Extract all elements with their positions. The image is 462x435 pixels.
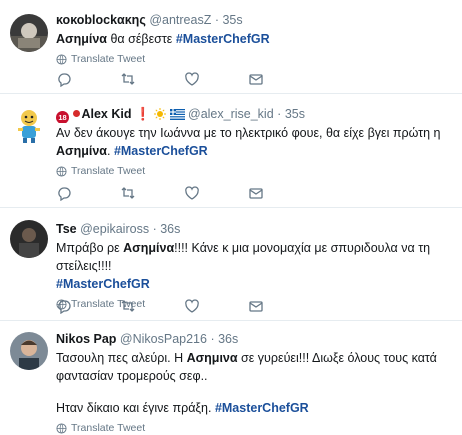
highlighted-keyword: Ασημίνα	[56, 144, 107, 158]
retweet-button[interactable]	[120, 184, 184, 202]
tweet-text-body: Μπράβο ρε	[56, 241, 124, 255]
reply-icon	[58, 73, 71, 87]
tweet[interactable]: 18 Alex Kid ❗ @alex_rise_kid · 35s Αν δε…	[0, 94, 462, 208]
translate-tweet-link[interactable]: Translate Tweet	[56, 52, 456, 66]
tweet-text-body: Αν δεν άκουγε την Ιωάννα με το ηλεκτρικό…	[56, 126, 441, 140]
translate-tweet-link[interactable]: Translate Tweet	[56, 164, 456, 178]
display-name[interactable]: Tse	[56, 222, 77, 236]
globe-icon	[56, 53, 67, 65]
reply-button[interactable]	[56, 184, 120, 202]
tweet-header: 18 Alex Kid ❗ @alex_rise_kid · 35s	[56, 105, 456, 123]
separator: ·	[277, 107, 282, 121]
user-handle[interactable]: @alex_rise_kid	[188, 107, 274, 121]
translate-label: Translate Tweet	[71, 53, 146, 65]
tweet-text-body: Ηταν δίκαιο και έγινε πράξη.	[56, 401, 215, 415]
retweet-icon	[121, 73, 135, 85]
envelope-icon	[249, 301, 263, 312]
heart-icon	[185, 299, 199, 313]
translate-label: Translate Tweet	[71, 165, 146, 177]
avatar[interactable]	[10, 106, 48, 144]
tweet-text-body: θα σέβεστε	[106, 32, 176, 46]
tweet[interactable]: κοκοblockακης @antreasZ · 35s Ασημίνα θα…	[0, 0, 462, 94]
message-button[interactable]	[248, 297, 312, 315]
hashtag-link[interactable]: #MasterChefGR	[215, 401, 309, 415]
exclamation-emoji: ❗	[134, 107, 151, 121]
heart-icon	[185, 72, 199, 86]
retweet-button[interactable]	[120, 297, 184, 315]
like-button[interactable]	[184, 184, 248, 202]
like-button[interactable]	[184, 297, 248, 315]
sun-icon	[154, 108, 167, 120]
reply-icon	[58, 187, 71, 201]
tweet-actions	[56, 70, 386, 88]
envelope-icon	[249, 74, 263, 85]
age-18-badge: 18	[56, 111, 69, 123]
pin-icon	[73, 110, 81, 117]
timestamp[interactable]: 35s	[222, 13, 242, 27]
highlighted-keyword: Ασημίνα	[123, 241, 175, 255]
display-name[interactable]: Nikos Pap	[56, 332, 116, 346]
tweet-text: Τασουλη πες αλεύρι. Η Ασημινα σε γυρεύει…	[56, 349, 456, 417]
display-name[interactable]: κοκοblockακης	[56, 13, 146, 27]
user-handle[interactable]: @NikosPap216	[120, 332, 207, 346]
greek-flag-icon	[169, 109, 185, 120]
display-name[interactable]: Alex Kid	[81, 107, 131, 121]
translate-tweet-link[interactable]: Translate Tweet	[56, 421, 456, 435]
tweet-actions	[56, 184, 386, 202]
tweet-header: Tse @epikaiross · 36s	[56, 220, 456, 238]
separator: ·	[214, 13, 219, 27]
hashtag-link[interactable]: #MasterChefGR	[176, 32, 270, 46]
tweet-text-body: .	[106, 144, 114, 158]
tweet-text: Μπράβο ρε Ασημίνα!!!! Κάνε κ μια μονομαχ…	[56, 239, 456, 293]
reply-button[interactable]	[56, 70, 120, 88]
globe-icon	[56, 165, 67, 177]
tweet[interactable]: Tse @epikaiross · 36s Μπράβο ρε Ασημίνα!…	[0, 208, 462, 321]
retweet-icon	[121, 300, 135, 312]
highlighted-keyword: Ασημίνα	[56, 32, 107, 46]
tweet[interactable]: Nikos Pap @NikosPap216 · 36s Τασουλη πες…	[0, 321, 462, 435]
avatar[interactable]	[10, 332, 48, 370]
user-handle[interactable]: @antreasZ	[149, 13, 211, 27]
reply-icon	[58, 300, 71, 314]
user-handle[interactable]: @epikaiross	[80, 222, 149, 236]
reply-button[interactable]	[56, 297, 120, 315]
separator: ·	[210, 332, 215, 346]
hashtag-link[interactable]: #MasterChefGR	[114, 144, 208, 158]
message-button[interactable]	[248, 70, 312, 88]
avatar[interactable]	[10, 220, 48, 258]
like-button[interactable]	[184, 70, 248, 88]
timestamp[interactable]: 36s	[160, 222, 180, 236]
hashtag-link[interactable]: #MasterChefGR	[56, 277, 150, 291]
timestamp[interactable]: 35s	[285, 107, 305, 121]
separator: ·	[152, 222, 157, 236]
retweet-button[interactable]	[120, 70, 184, 88]
tweet-header: Nikos Pap @NikosPap216 · 36s	[56, 330, 456, 348]
timeline: κοκοblockακης @antreasZ · 35s Ασημίνα θα…	[0, 0, 462, 435]
tweet-actions	[56, 297, 386, 315]
message-button[interactable]	[248, 184, 312, 202]
timestamp[interactable]: 36s	[218, 332, 238, 346]
tweet-text: Ασημίνα θα σέβεστε #MasterChefGR	[56, 30, 456, 48]
translate-label: Translate Tweet	[71, 422, 146, 434]
tweet-text: Αν δεν άκουγε την Ιωάννα με το ηλεκτρικό…	[56, 124, 456, 160]
retweet-icon	[121, 187, 135, 199]
avatar[interactable]	[10, 14, 48, 52]
tweet-text-body: Τασουλη πες αλεύρι. Η	[56, 351, 187, 365]
tweet-header: κοκοblockακης @antreasZ · 35s	[56, 11, 456, 29]
highlighted-keyword: Ασημινα	[186, 351, 238, 365]
heart-icon	[185, 186, 199, 200]
envelope-icon	[249, 188, 263, 199]
